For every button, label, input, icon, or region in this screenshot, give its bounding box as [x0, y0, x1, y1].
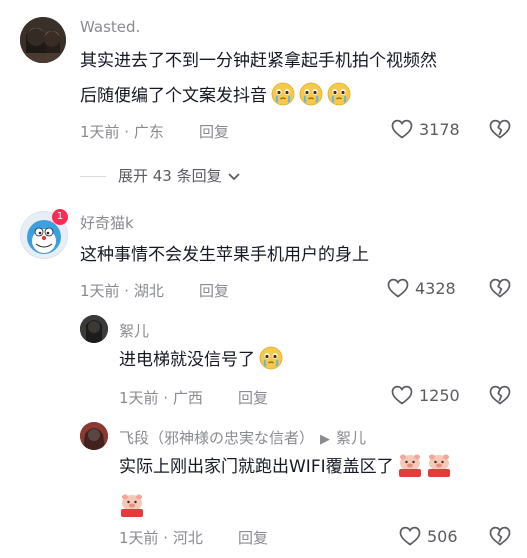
- dislike-icon[interactable]: [488, 524, 512, 548]
- like-button[interactable]: 1250: [390, 383, 460, 407]
- avatar[interactable]: [80, 315, 108, 343]
- reply-text-content: 实际上刚出家门就跑出WIFI覆盖区了: [119, 457, 394, 477]
- comment-text-line: 其实进去了不到一分钟赶紧拿起手机拍个视频然: [80, 51, 437, 71]
- dislike-icon[interactable]: [488, 276, 512, 300]
- expand-replies-button[interactable]: 展开 43 条回复: [118, 165, 243, 186]
- divider: [80, 176, 106, 177]
- reply-text: 实际上刚出家门就跑出WIFI覆盖区了: [119, 452, 452, 482]
- reply-button[interactable]: 回复: [238, 387, 268, 408]
- crying-face-emoji-icon: [259, 346, 283, 370]
- like-count: 1250: [419, 385, 460, 405]
- comment-text: 后随便编了个文案发抖音: [80, 81, 351, 111]
- like-count: 506: [427, 526, 458, 546]
- reply-meta: 1天前 · 河北: [119, 529, 203, 547]
- reply-text-content: 进电梯就没信号了: [119, 350, 255, 370]
- like-count: 3178: [419, 119, 460, 139]
- heart-icon: [390, 117, 414, 141]
- comment-username[interactable]: Wasted.: [80, 18, 140, 36]
- reply-username-line: 飞段（邪神様の忠実な信者） ▶ 絮儿: [119, 427, 366, 448]
- reply-button[interactable]: 回复: [238, 527, 268, 548]
- like-button[interactable]: 3178: [390, 117, 460, 141]
- like-button[interactable]: 4328: [386, 276, 456, 300]
- reply-text: 进电梯就没信号了: [119, 345, 283, 375]
- dislike-icon[interactable]: [488, 117, 512, 141]
- badge-icon: 1: [52, 209, 68, 225]
- like-button[interactable]: 506: [398, 524, 458, 548]
- reply-button[interactable]: 回复: [199, 121, 229, 142]
- avatar[interactable]: [20, 17, 66, 63]
- heart-icon: [386, 276, 410, 300]
- comment-meta: 1天前 · 湖北: [80, 282, 164, 300]
- reply-text: [119, 492, 145, 518]
- comment-meta: 1天前 · 广东: [80, 123, 164, 141]
- reply-username[interactable]: 絮儿: [119, 320, 149, 341]
- dislike-icon[interactable]: [488, 383, 512, 407]
- pig-sticker-icon: [119, 492, 145, 518]
- reply-button[interactable]: 回复: [199, 280, 229, 301]
- comment-username[interactable]: 好奇猫k: [80, 212, 134, 233]
- pig-sticker-icon: [397, 452, 423, 478]
- crying-face-emoji-icon: [299, 82, 323, 106]
- comment-text: 其实进去了不到一分钟赶紧拿起手机拍个视频然: [80, 46, 437, 76]
- comment-text: 这种事情不会发生苹果手机用户的身上: [80, 245, 369, 265]
- avatar[interactable]: [80, 422, 108, 450]
- pig-sticker-icon: [426, 452, 452, 478]
- reply-to-username[interactable]: 絮儿: [336, 429, 366, 447]
- like-count: 4328: [415, 278, 456, 298]
- heart-icon: [398, 524, 422, 548]
- comment-text-line: 后随便编了个文案发抖音: [80, 86, 267, 106]
- reply-meta: 1天前 · 广西: [119, 389, 203, 407]
- expand-replies-label: 展开 43 条回复: [118, 167, 222, 185]
- reply-arrow-icon: ▶: [320, 432, 331, 447]
- heart-icon: [390, 383, 414, 407]
- crying-face-emoji-icon: [327, 82, 351, 106]
- reply-username[interactable]: 飞段（邪神様の忠実な信者）: [119, 429, 314, 447]
- chevron-down-icon: [227, 172, 240, 180]
- crying-face-emoji-icon: [271, 82, 295, 106]
